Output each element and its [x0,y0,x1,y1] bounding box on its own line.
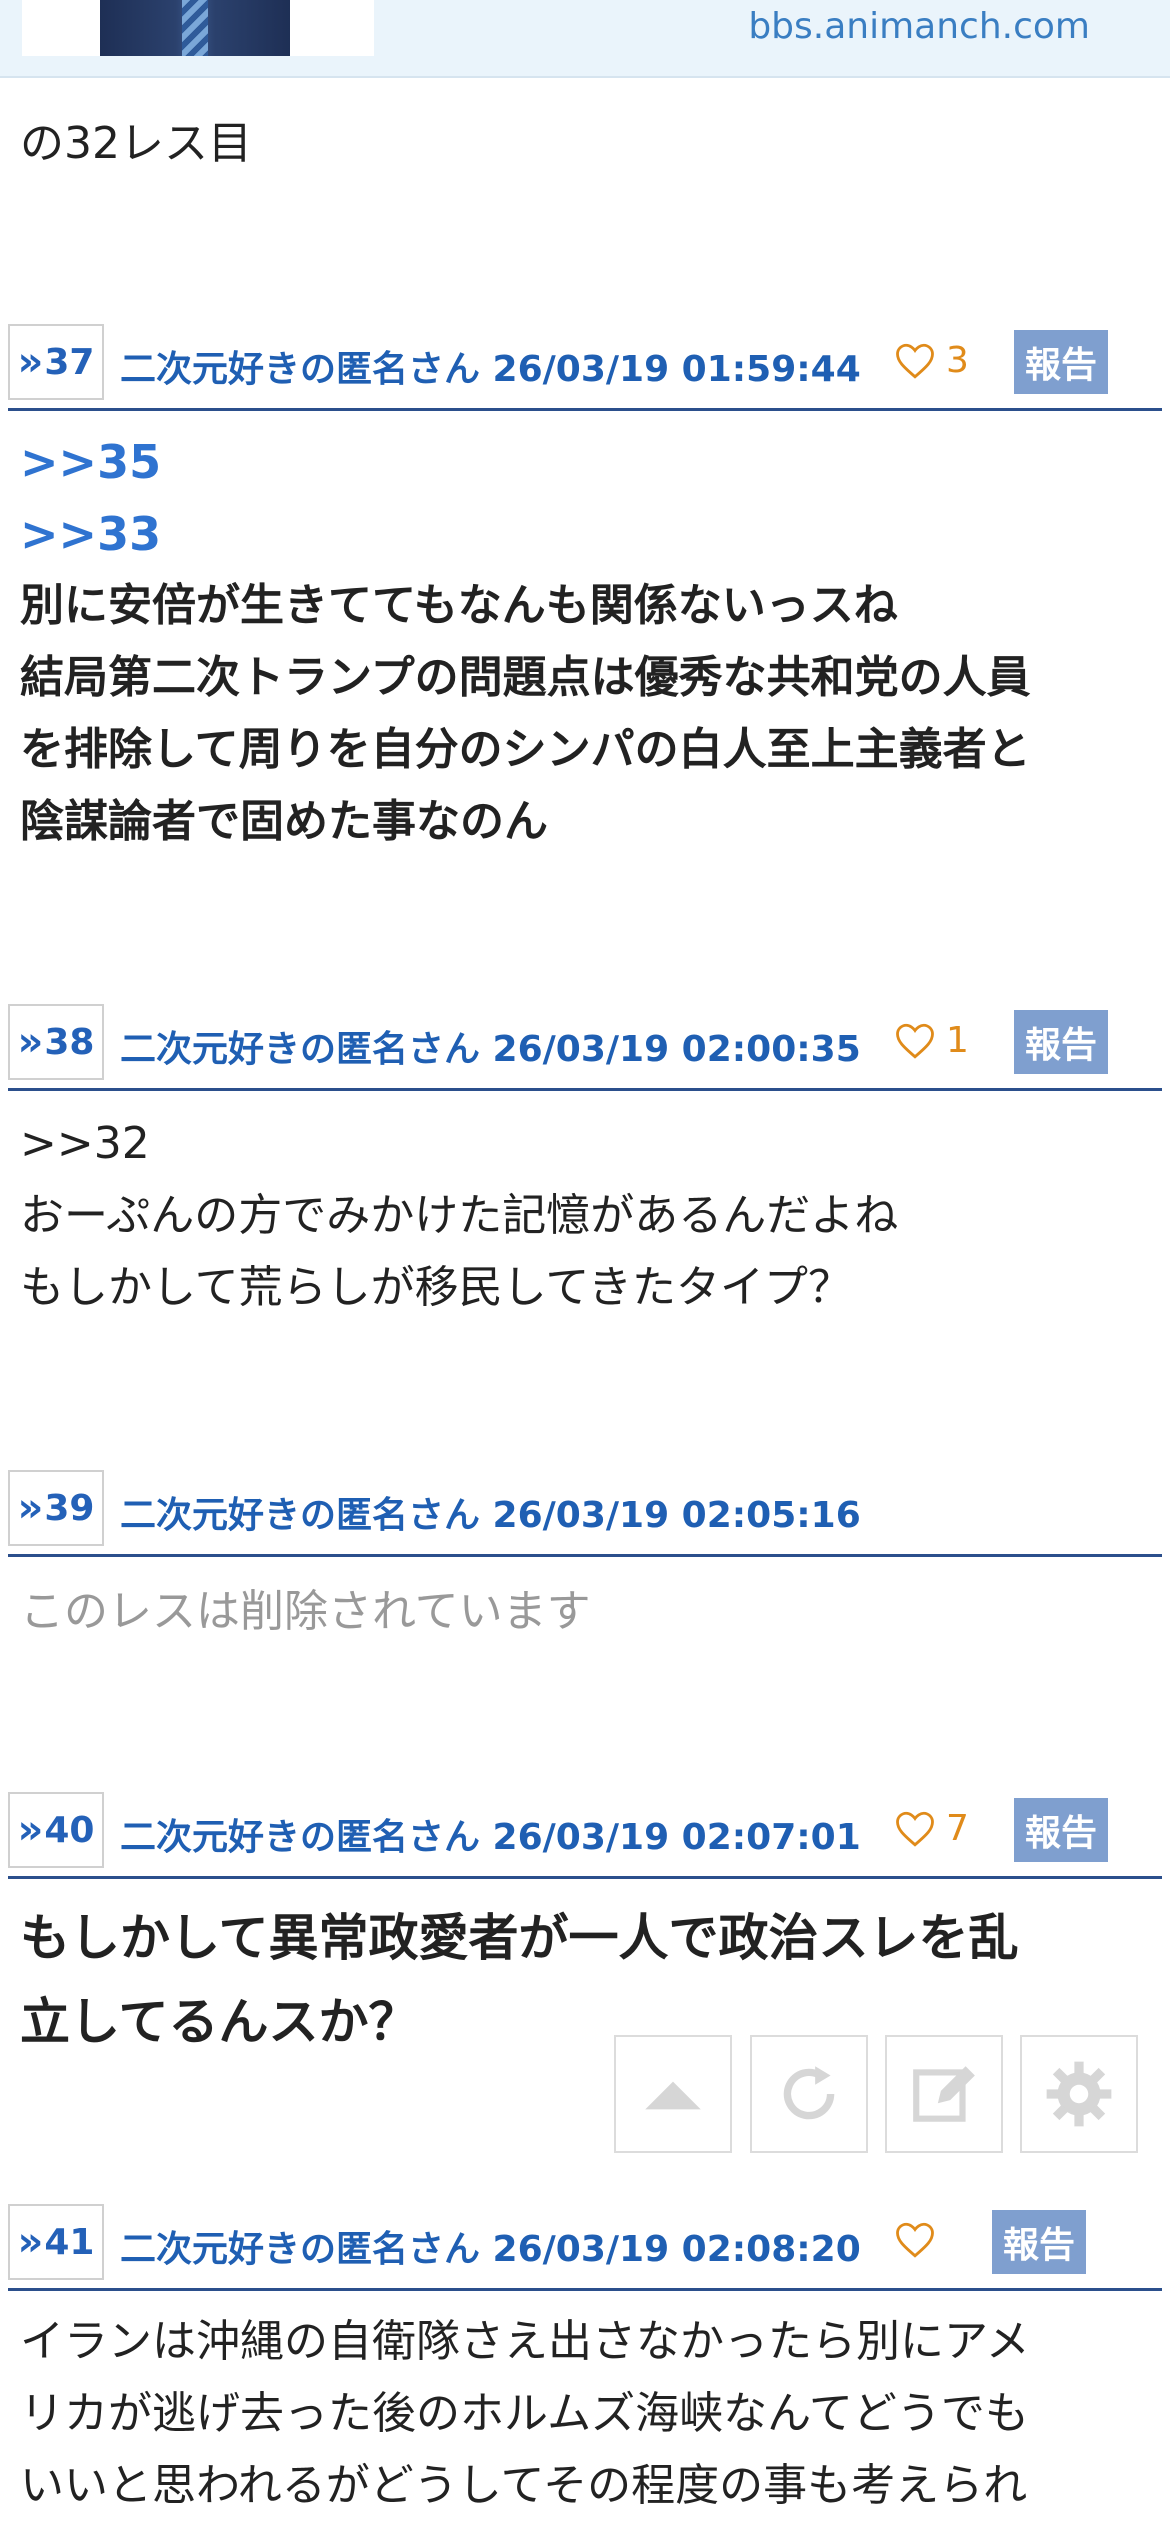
reload-button[interactable] [750,2035,868,2153]
chevron-right-icon: » [17,1485,44,1531]
post-meta-38: » 38 二次元好きの匿名さん 26/03/19 02:00:35 1 報告 [8,996,1162,1091]
chevron-right-icon: » [17,1019,44,1065]
settings-button[interactable] [1020,2035,1138,2153]
post-body: >>32 おーぷんの方でみかけた記憶があるんだよね もしかして荒らしが移民してき… [20,1108,1150,1324]
heart-icon [896,1023,934,1059]
like-count: 1 [946,1020,969,1061]
scroll-top-button[interactable] [614,2035,732,2153]
post-line: リカが逃げ去った後のホルムズ海峡なんてどうでも [20,2388,1029,2439]
post-meta-37: » 37 二次元好きの匿名さん 26/03/19 01:59:44 3 報告 [8,316,1162,411]
reply-link[interactable]: >>35 [20,426,1150,498]
report-button[interactable]: 報告 [992,2210,1086,2274]
post-line: イランは沖縄の自衛隊さえ出さなかったら別にアメ [20,2316,1030,2367]
report-button[interactable]: 報告 [1014,1798,1108,1862]
post-line: 結局第二次トランプの問題点は優秀な共和党の人員 [20,652,1031,703]
post-number-button[interactable]: » 37 [8,324,104,400]
post-author-date: 二次元好きの匿名さん 26/03/19 01:59:44 [120,349,861,390]
post-body: >>35 >>33 別に安倍が生きててもなんも関係ないっスね 結局第二次トランプ… [20,426,1150,858]
post-meta-41: » 41 二次元好きの匿名さん 26/03/19 02:08:20 報告 [8,2196,1162,2291]
report-button[interactable]: 報告 [1014,1010,1108,1074]
post-number-button[interactable]: » 40 [8,1792,104,1868]
post-author-date: 二次元好きの匿名さん 26/03/19 02:00:35 [120,1029,861,1070]
post-line: 別に安倍が生きててもなんも関係ないっスね [20,580,898,631]
settings-icon [1046,2061,1112,2127]
post-number-button[interactable]: » 41 [8,2204,104,2280]
thread-thumbnail[interactable] [22,0,374,56]
post-line: 陰謀論者で固めた事なのん [20,796,548,847]
post-body: このレスは削除されています [20,1576,1150,1648]
heart-icon [896,1811,934,1847]
thumbnail-tie-image [182,0,208,56]
post-meta-40: » 40 二次元好きの匿名さん 26/03/19 02:07:01 7 報告 [8,1784,1162,1879]
heart-icon [896,343,934,379]
post-line: もしかして荒らしが移民してきたタイプ？ [20,1262,853,1313]
post-body: イランは沖縄の自衛隊さえ出さなかったら別にアメ リカが逃げ去った後のホルムズ海峡… [20,2306,1150,2522]
chevron-right-icon: » [17,1807,44,1853]
edit-button[interactable] [885,2035,1003,2153]
deleted-notice: このレスは削除されています [20,1586,591,1637]
post-line: いいと思われるがどうしてその程度の事も考えられ [20,2460,1028,2511]
post-body: の32レス目 [20,108,1150,180]
post-line: おーぷんの方でみかけた記憶があるんだよね [20,1190,899,1241]
heart-icon [896,2222,934,2258]
post-author-date: 二次元好きの匿名さん 26/03/19 02:05:16 [120,1495,861,1536]
like-count: 7 [946,1808,969,1849]
reply-link[interactable]: >>33 [20,498,1150,570]
reload-icon [783,2066,835,2120]
post-number-button[interactable]: » 39 [8,1470,104,1546]
chevron-right-icon: » [17,2219,44,2265]
like-button[interactable]: 3 [894,340,969,381]
chevron-right-icon: » [17,339,44,385]
post-meta-39: » 39 二次元好きの匿名さん 26/03/19 02:05:16 [8,1462,1162,1557]
header-bar: bbs.animanch.com [0,0,1170,78]
like-button[interactable]: 1 [894,1020,969,1061]
reply-link[interactable]: >>32 [20,1108,1150,1180]
post-line: もしかして異常政愛者が一人で政治スレを乱 [20,1909,1019,1967]
post-author-date: 二次元好きの匿名さん 26/03/19 02:08:20 [120,2229,861,2270]
post-line: を排除して周りを自分のシンパの白人至上主義者と [20,724,1031,775]
site-domain[interactable]: bbs.animanch.com [748,6,1090,47]
post-number-button[interactable]: » 38 [8,1004,104,1080]
edit-icon [913,2066,975,2122]
like-button[interactable] [894,2220,946,2260]
report-button[interactable]: 報告 [1014,330,1108,394]
post-author-date: 二次元好きの匿名さん 26/03/19 02:07:01 [120,1817,861,1858]
like-button[interactable]: 7 [894,1808,969,1849]
post-line: の32レス目 [20,118,252,169]
scroll-top-icon [645,2081,701,2110]
like-count: 3 [946,340,969,381]
